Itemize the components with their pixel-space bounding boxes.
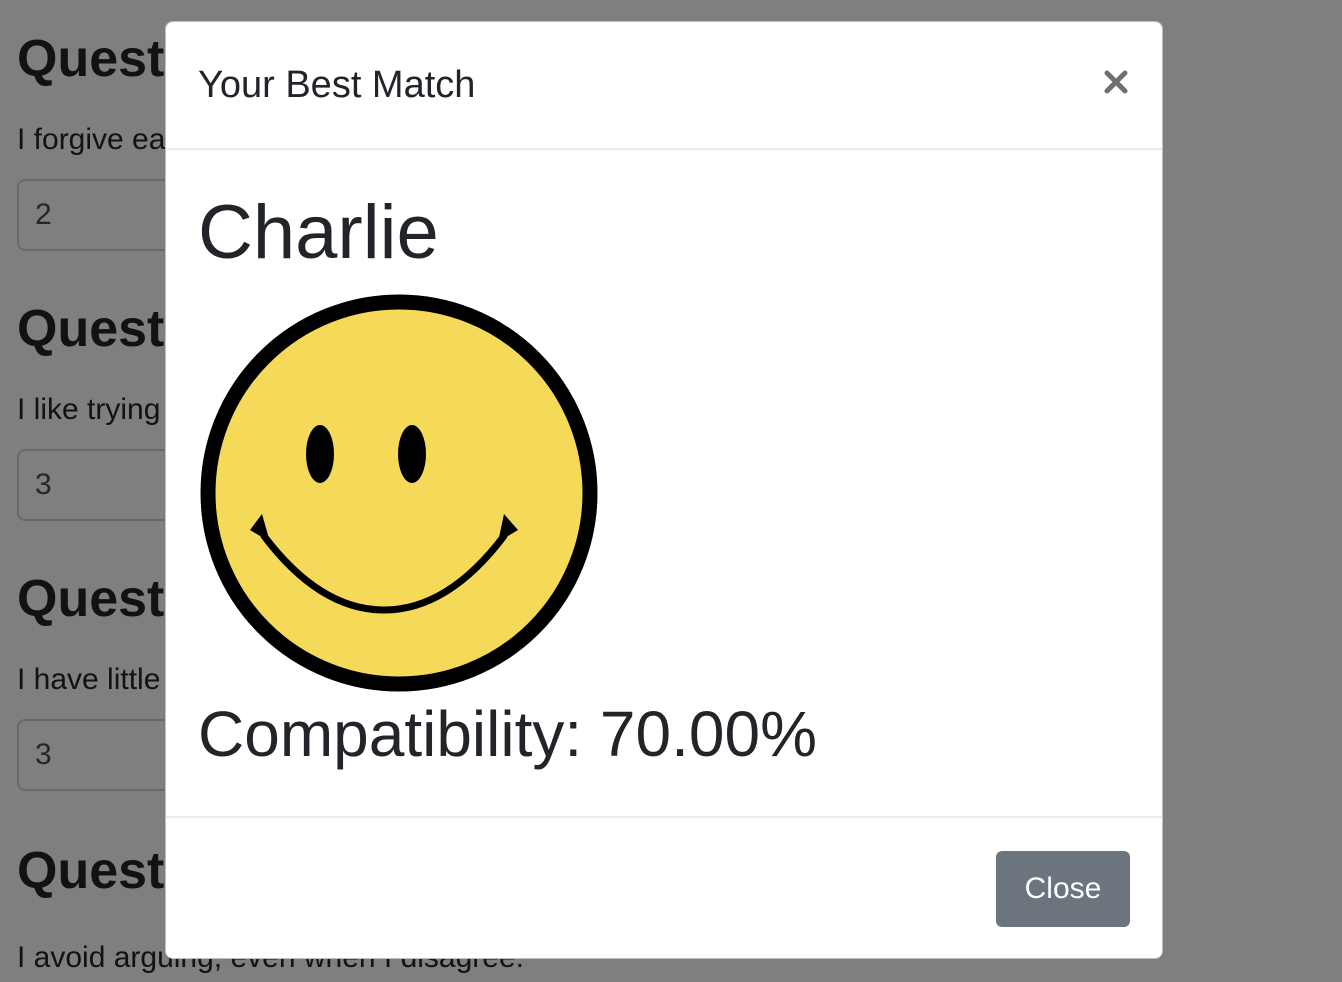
match-name: Charlie [198,190,439,275]
close-icon[interactable] [1096,62,1136,102]
compatibility-score: Compatibility: 70.00% [198,698,817,770]
modal-title: Your Best Match [198,64,476,106]
modal-header: Your Best Match [166,22,1162,150]
close-icon-glyph [1104,70,1128,94]
smiley-face-icon [200,294,598,692]
modal-footer: Close [166,816,1162,958]
close-button[interactable]: Close [996,851,1130,927]
page: Question I forgive easily. 2 Question I … [0,0,1342,982]
best-match-modal: Your Best Match Charlie Compatibility: 7… [165,21,1163,959]
modal-body: Charlie Compatibility: 70.00% [166,150,1162,816]
